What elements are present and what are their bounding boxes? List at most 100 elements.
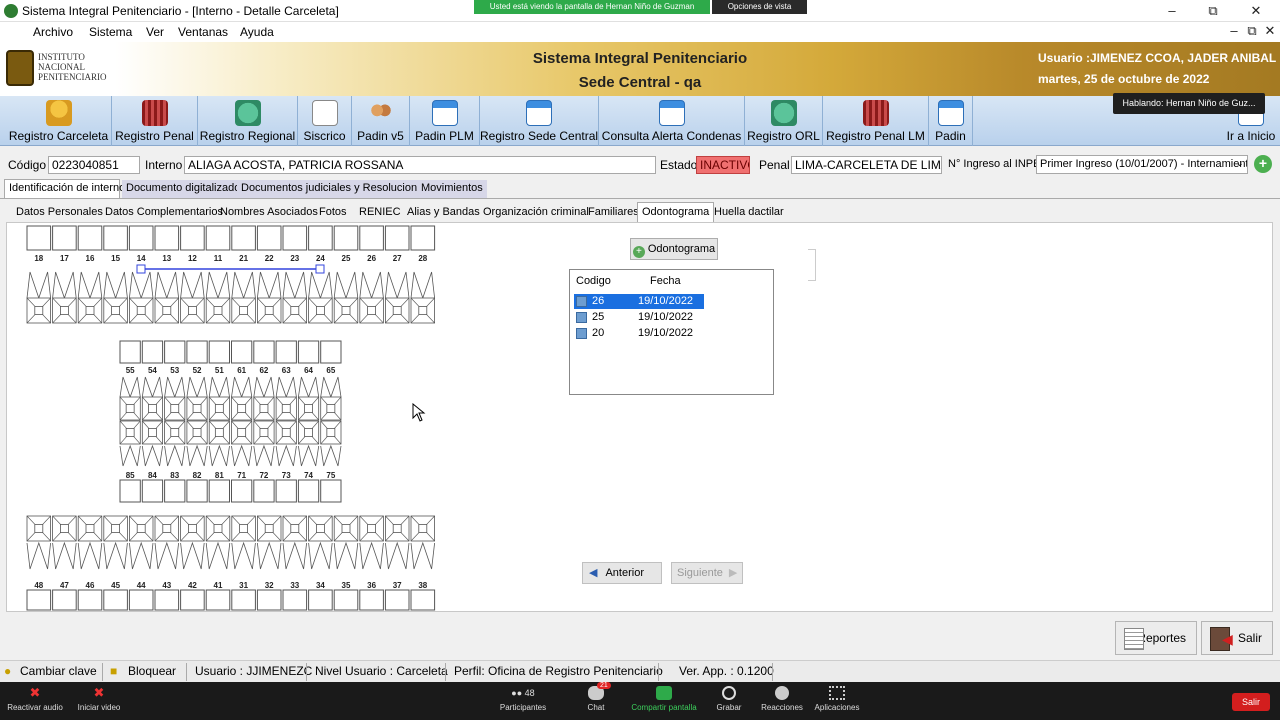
reportes-button[interactable]: Reportes bbox=[1115, 621, 1197, 655]
add-ingreso-button[interactable]: + bbox=[1254, 155, 1272, 173]
window-icon bbox=[658, 100, 685, 126]
toolbar-registro-orl[interactable]: Registro ORL bbox=[745, 96, 823, 146]
tab-alias-bandas[interactable]: Alias y Bandas bbox=[403, 204, 484, 222]
tab-huella-dactilar[interactable]: Huella dactilar bbox=[710, 204, 788, 222]
tab-documento-digitalizado[interactable]: Documento digitalizado bbox=[122, 180, 245, 198]
toolbar-registro-sede-central[interactable]: Registro Sede Central bbox=[480, 96, 599, 146]
list-item[interactable]: 26 19/10/2022 bbox=[574, 294, 704, 309]
anterior-button[interactable]: ◀ Anterior bbox=[582, 562, 662, 584]
tab-identificacion[interactable]: Identificación de interno bbox=[4, 179, 125, 198]
estado-label: Estado: bbox=[660, 158, 701, 172]
restore-icon[interactable]: ⧉ bbox=[1203, 2, 1223, 20]
status-profile: Perfil: Oficina de Registro Penitenciari… bbox=[454, 664, 663, 678]
record-icon bbox=[576, 328, 587, 339]
tab-datos-personales[interactable]: Datos Personales bbox=[12, 204, 107, 222]
divider bbox=[808, 249, 816, 281]
tab-familiares[interactable]: Familiares bbox=[584, 204, 643, 222]
interno-label: Interno : bbox=[145, 158, 190, 172]
tab-movimientos[interactable]: Movimientos bbox=[417, 180, 487, 198]
window-title: Sistema Integral Penitenciario - [Intern… bbox=[22, 4, 339, 18]
document-icon bbox=[311, 100, 338, 126]
iniciar-video-button[interactable]: ✖ Iniciar video bbox=[64, 686, 134, 713]
globe-icon bbox=[234, 100, 261, 126]
tab-documentos-judiciales[interactable]: Documentos judiciales y Resoluciones bbox=[237, 180, 433, 198]
tab-datos-complementarios[interactable]: Datos Complementarios bbox=[101, 204, 227, 222]
report-icon bbox=[1124, 628, 1144, 650]
status-version: Ver. App. : 0.1200 bbox=[679, 664, 774, 678]
column-fecha[interactable]: Fecha bbox=[650, 275, 681, 287]
penal-field[interactable]: LIMA-CARCELETA DE LIMA bbox=[791, 156, 942, 174]
compartir-pantalla-button[interactable]: Compartir pantalla bbox=[629, 686, 699, 712]
arrow-right-icon: ▶ bbox=[728, 567, 738, 579]
prison-gate-icon bbox=[141, 100, 168, 126]
participants-icon: ●● 48 bbox=[511, 688, 535, 698]
menu-ver[interactable]: Ver bbox=[146, 25, 164, 39]
bloquear-button[interactable]: Bloquear bbox=[128, 664, 176, 678]
menu-sistema[interactable]: Sistema bbox=[89, 25, 132, 39]
inpe-logo bbox=[6, 50, 34, 86]
view-options-button[interactable]: Opciones de vista bbox=[712, 0, 807, 14]
aplicaciones-button[interactable]: Aplicaciones bbox=[802, 686, 872, 712]
people-icon bbox=[367, 100, 394, 126]
toolbar-registro-penal-lm[interactable]: Registro Penal LM bbox=[823, 96, 929, 146]
tab-odontograma[interactable]: Odontograma bbox=[637, 202, 715, 222]
ingreso-select[interactable]: Primer Ingreso (10/01/2007) - Internamie… bbox=[1036, 155, 1248, 174]
toolbar-padin-v5[interactable]: Padin v5 bbox=[352, 96, 410, 146]
toolbar-registro-penal[interactable]: Registro Penal bbox=[112, 96, 198, 146]
child-minimize-icon[interactable]: – bbox=[1224, 22, 1244, 40]
chevron-down-icon: ⌄ bbox=[1235, 158, 1244, 169]
tab-organizacion-criminal[interactable]: Organización criminal bbox=[479, 204, 593, 222]
participantes-button[interactable]: ●● 48 Participantes bbox=[488, 686, 558, 712]
meeting-toolbar: ✖ Reactivar audio ✖ Iniciar video ●● 48 Par… bbox=[0, 682, 1280, 720]
tab-nombres-asociados[interactable]: Nombres Asociados bbox=[216, 204, 322, 222]
arrow-left-icon: ◀ bbox=[589, 567, 598, 579]
codigo-field[interactable]: 0223040851 bbox=[48, 156, 140, 174]
reactivar-audio-button[interactable]: ✖ Reactivar audio bbox=[0, 685, 70, 713]
app-icon bbox=[4, 4, 18, 18]
child-close-icon[interactable]: ✕ bbox=[1260, 22, 1280, 40]
odontograma-button[interactable]: + Odontograma bbox=[630, 238, 718, 260]
system-title: Sistema Integral Penitenciario Sede Cent… bbox=[532, 50, 748, 91]
app-header: INSTITUTO NACIONAL PENITENCIARIO Sistema… bbox=[0, 42, 1280, 96]
codigo-label: Código : bbox=[8, 158, 53, 172]
close-icon[interactable]: ✕ bbox=[1246, 2, 1266, 20]
toolbar-padin[interactable]: Padin bbox=[929, 96, 973, 146]
user-name: Usuario :JIMENEZ CCOA, JADER ANIBAL bbox=[1038, 51, 1277, 65]
tab-fotos[interactable]: Fotos bbox=[315, 204, 351, 222]
apps-icon bbox=[829, 686, 845, 700]
toolbar-siscrico[interactable]: Siscrico bbox=[298, 96, 352, 146]
siguiente-button[interactable]: Siguiente ▶ bbox=[671, 562, 743, 584]
toolbar-registro-carceleta[interactable]: Registro Carceleta bbox=[6, 96, 112, 146]
menu-ventanas[interactable]: Ventanas bbox=[178, 25, 228, 39]
add-icon: + bbox=[632, 246, 645, 258]
list-item[interactable]: 20 19/10/2022 bbox=[574, 326, 704, 341]
chat-button[interactable]: 21 Chat bbox=[561, 682, 631, 712]
main-toolbar: Registro Carceleta Registro Penal Regist… bbox=[0, 96, 1280, 146]
chat-icon: 21 bbox=[588, 682, 611, 700]
leave-meeting-button[interactable]: Salir bbox=[1232, 693, 1270, 711]
microphone-muted-icon: ✖ bbox=[29, 685, 41, 700]
menu-archivo[interactable]: Archivo bbox=[33, 25, 73, 39]
menu-ayuda[interactable]: Ayuda bbox=[240, 25, 274, 39]
toolbar-padin-plm[interactable]: Padin PLM bbox=[410, 96, 480, 146]
minimize-icon[interactable]: – bbox=[1162, 2, 1182, 20]
mouse-cursor-icon bbox=[412, 403, 426, 422]
child-restore-icon[interactable]: ⧉ bbox=[1242, 22, 1262, 40]
cambiar-clave-button[interactable]: Cambiar clave bbox=[20, 664, 97, 678]
talking-indicator: Hablando: Hernan Niño de Guz... bbox=[1113, 93, 1265, 114]
window-icon bbox=[937, 100, 964, 126]
list-item[interactable]: 25 19/10/2022 bbox=[574, 310, 704, 325]
interno-field[interactable]: ALIAGA ACOSTA, PATRICIA ROSSANA bbox=[184, 156, 656, 174]
toolbar-consulta-alerta-condenas[interactable]: Consulta Alerta Condenas bbox=[599, 96, 745, 146]
ingreso-label: N° Ingreso al INPE: bbox=[948, 158, 1044, 170]
record-icon bbox=[576, 296, 587, 307]
record-icon bbox=[722, 686, 736, 700]
tab-reniec[interactable]: RENIEC bbox=[355, 204, 405, 222]
toolbar-registro-regional[interactable]: Registro Regional bbox=[198, 96, 298, 146]
odontogram-list[interactable]: Codigo Fecha 26 19/10/2022 25 19/10/2022 2… bbox=[569, 269, 774, 395]
salir-button[interactable]: ◀ Salir bbox=[1201, 621, 1273, 655]
screen-share-banner: Usted está viendo la pantalla de Hernan … bbox=[474, 0, 710, 14]
person-icon bbox=[45, 100, 72, 126]
column-codigo[interactable]: Codigo bbox=[576, 275, 611, 287]
lock-icon: ■ bbox=[110, 664, 118, 678]
